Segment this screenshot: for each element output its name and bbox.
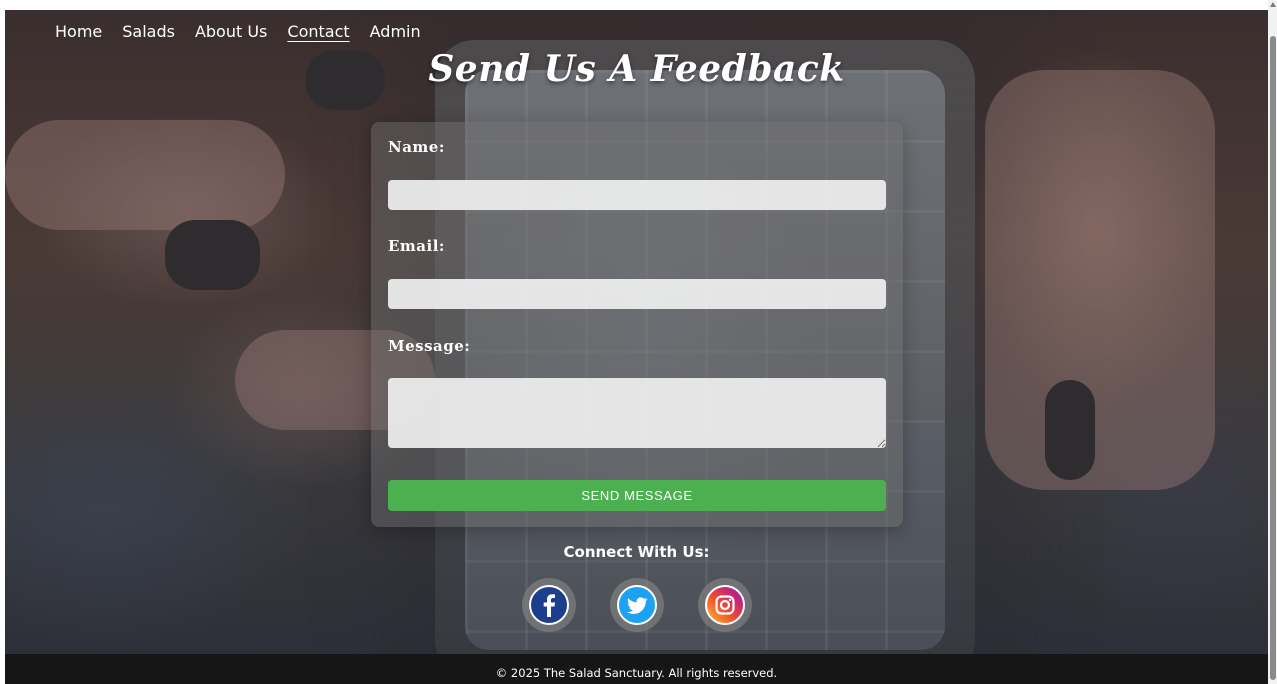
nav-about-us-link[interactable]: About Us — [195, 22, 267, 41]
main-nav: Home Salads About Us Contact Admin — [55, 22, 421, 41]
email-label: Email: — [388, 237, 445, 255]
nav-home-link[interactable]: Home — [55, 22, 102, 41]
scrollbar-thumb[interactable] — [1270, 36, 1276, 680]
facebook-link[interactable] — [521, 578, 576, 632]
background-finger — [5, 120, 285, 230]
nav-contact-link[interactable]: Contact — [287, 22, 349, 41]
facebook-icon — [528, 585, 569, 625]
nav-salads-link[interactable]: Salads — [122, 22, 175, 41]
twitter-icon — [616, 585, 657, 625]
message-textarea[interactable] — [388, 378, 886, 448]
page-background: Home Salads About Us Contact Admin Send … — [5, 10, 1268, 684]
instagram-link[interactable] — [697, 578, 752, 632]
scrollbar[interactable] — [1268, 0, 1277, 684]
name-input[interactable] — [388, 180, 886, 210]
name-label: Name: — [388, 138, 445, 156]
twitter-link[interactable] — [609, 578, 664, 632]
background-nail — [1045, 380, 1095, 480]
social-links — [5, 578, 1268, 632]
nav-admin-link[interactable]: Admin — [370, 22, 421, 41]
feedback-form: Name: Email: Message: SEND MESSAGE — [371, 122, 903, 527]
background-hand — [985, 70, 1215, 490]
send-message-button[interactable]: SEND MESSAGE — [388, 480, 886, 511]
scroll-up-icon[interactable] — [1270, 2, 1276, 7]
connect-title: Connect With Us: — [563, 543, 710, 561]
message-label: Message: — [388, 337, 471, 355]
page-title: Send Us A Feedback — [428, 48, 845, 90]
footer-copyright: © 2025 The Salad Sanctuary. All rights r… — [495, 666, 778, 680]
email-input[interactable] — [388, 279, 886, 309]
footer: © 2025 The Salad Sanctuary. All rights r… — [5, 654, 1268, 684]
background-nail — [165, 220, 260, 290]
instagram-icon — [704, 585, 745, 625]
